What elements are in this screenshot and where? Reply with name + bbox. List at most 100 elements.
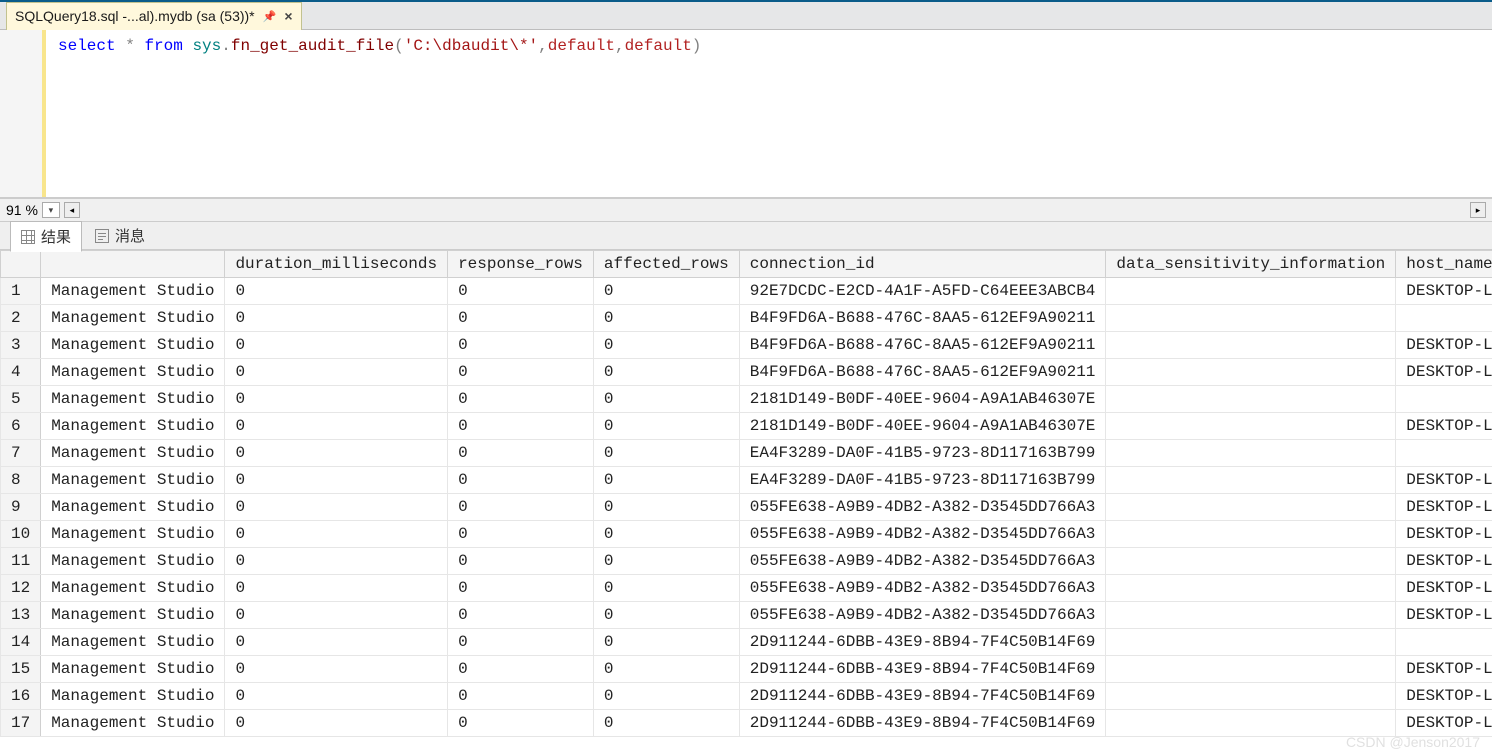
cell-app[interactable]: Management Studio — [41, 305, 225, 332]
cell-data-sensitivity[interactable] — [1106, 332, 1396, 359]
cell-data-sensitivity[interactable] — [1106, 710, 1396, 737]
cell-app[interactable]: Management Studio — [41, 440, 225, 467]
sql-code[interactable]: select * from sys.fn_get_audit_file('C:\… — [46, 30, 713, 197]
cell-response-rows[interactable]: 0 — [448, 683, 594, 710]
cell-duration[interactable]: 0 — [225, 629, 448, 656]
table-row[interactable]: 13Management Studio000055FE638-A9B9-4DB2… — [1, 602, 1492, 629]
cell-connection-id[interactable]: 055FE638-A9B9-4DB2-A382-D3545DD766A3 — [739, 575, 1106, 602]
table-row[interactable]: 17Management Studio0002D911244-6DBB-43E9… — [1, 710, 1492, 737]
cell-app[interactable]: Management Studio — [41, 359, 225, 386]
cell-duration[interactable]: 0 — [225, 521, 448, 548]
table-row[interactable]: 16Management Studio0002D911244-6DBB-43E9… — [1, 683, 1492, 710]
cell-host-name[interactable]: DESKTOP-LRRB77V — [1396, 494, 1492, 521]
cell-host-name[interactable] — [1396, 386, 1492, 413]
cell-data-sensitivity[interactable] — [1106, 602, 1396, 629]
cell-response-rows[interactable]: 0 — [448, 332, 594, 359]
col-app[interactable] — [41, 251, 225, 278]
cell-app[interactable]: Management Studio — [41, 575, 225, 602]
cell-duration[interactable]: 0 — [225, 710, 448, 737]
cell-affected-rows[interactable]: 0 — [593, 683, 739, 710]
cell-rownum[interactable]: 3 — [1, 332, 41, 359]
cell-app[interactable]: Management Studio — [41, 467, 225, 494]
cell-affected-rows[interactable]: 0 — [593, 602, 739, 629]
cell-connection-id[interactable]: 055FE638-A9B9-4DB2-A382-D3545DD766A3 — [739, 494, 1106, 521]
cell-affected-rows[interactable]: 0 — [593, 521, 739, 548]
pin-icon[interactable]: 📌 — [263, 10, 277, 23]
cell-response-rows[interactable]: 0 — [448, 629, 594, 656]
cell-rownum[interactable]: 9 — [1, 494, 41, 521]
cell-data-sensitivity[interactable] — [1106, 386, 1396, 413]
cell-app[interactable]: Management Studio — [41, 278, 225, 305]
cell-affected-rows[interactable]: 0 — [593, 440, 739, 467]
cell-response-rows[interactable]: 0 — [448, 278, 594, 305]
cell-connection-id[interactable]: EA4F3289-DA0F-41B5-9723-8D117163B799 — [739, 467, 1106, 494]
cell-rownum[interactable]: 15 — [1, 656, 41, 683]
cell-response-rows[interactable]: 0 — [448, 467, 594, 494]
cell-response-rows[interactable]: 0 — [448, 413, 594, 440]
cell-host-name[interactable]: DESKTOP-LRRB77V — [1396, 683, 1492, 710]
cell-data-sensitivity[interactable] — [1106, 575, 1396, 602]
cell-affected-rows[interactable]: 0 — [593, 548, 739, 575]
table-row[interactable]: 14Management Studio0002D911244-6DBB-43E9… — [1, 629, 1492, 656]
col-connection-id[interactable]: connection_id — [739, 251, 1106, 278]
cell-duration[interactable]: 0 — [225, 575, 448, 602]
cell-rownum[interactable]: 6 — [1, 413, 41, 440]
cell-response-rows[interactable]: 0 — [448, 305, 594, 332]
cell-response-rows[interactable]: 0 — [448, 494, 594, 521]
cell-response-rows[interactable]: 0 — [448, 359, 594, 386]
table-row[interactable]: 1Management Studio00092E7DCDC-E2CD-4A1F-… — [1, 278, 1492, 305]
cell-host-name[interactable] — [1396, 440, 1492, 467]
cell-connection-id[interactable]: B4F9FD6A-B688-476C-8AA5-612EF9A90211 — [739, 305, 1106, 332]
cell-app[interactable]: Management Studio — [41, 386, 225, 413]
cell-duration[interactable]: 0 — [225, 278, 448, 305]
col-affected-rows[interactable]: affected_rows — [593, 251, 739, 278]
cell-response-rows[interactable]: 0 — [448, 548, 594, 575]
cell-app[interactable]: Management Studio — [41, 332, 225, 359]
cell-response-rows[interactable]: 0 — [448, 440, 594, 467]
cell-rownum[interactable]: 7 — [1, 440, 41, 467]
cell-duration[interactable]: 0 — [225, 494, 448, 521]
cell-data-sensitivity[interactable] — [1106, 467, 1396, 494]
cell-data-sensitivity[interactable] — [1106, 548, 1396, 575]
cell-rownum[interactable]: 12 — [1, 575, 41, 602]
table-row[interactable]: 15Management Studio0002D911244-6DBB-43E9… — [1, 656, 1492, 683]
cell-connection-id[interactable]: 2D911244-6DBB-43E9-8B94-7F4C50B14F69 — [739, 629, 1106, 656]
cell-app[interactable]: Management Studio — [41, 629, 225, 656]
cell-data-sensitivity[interactable] — [1106, 440, 1396, 467]
cell-connection-id[interactable]: B4F9FD6A-B688-476C-8AA5-612EF9A90211 — [739, 332, 1106, 359]
cell-host-name[interactable]: DESKTOP-LRRB77V — [1396, 413, 1492, 440]
cell-rownum[interactable]: 17 — [1, 710, 41, 737]
cell-host-name[interactable]: DESKTOP-LRRB77V — [1396, 467, 1492, 494]
cell-connection-id[interactable]: 2D911244-6DBB-43E9-8B94-7F4C50B14F69 — [739, 656, 1106, 683]
cell-duration[interactable]: 0 — [225, 332, 448, 359]
cell-host-name[interactable]: DESKTOP-LRRB77V — [1396, 575, 1492, 602]
cell-data-sensitivity[interactable] — [1106, 359, 1396, 386]
cell-data-sensitivity[interactable] — [1106, 683, 1396, 710]
cell-app[interactable]: Management Studio — [41, 656, 225, 683]
cell-duration[interactable]: 0 — [225, 683, 448, 710]
cell-duration[interactable]: 0 — [225, 359, 448, 386]
cell-app[interactable]: Management Studio — [41, 413, 225, 440]
cell-app[interactable]: Management Studio — [41, 602, 225, 629]
zoom-dropdown-icon[interactable]: ▾ — [42, 202, 60, 218]
cell-rownum[interactable]: 4 — [1, 359, 41, 386]
cell-connection-id[interactable]: 055FE638-A9B9-4DB2-A382-D3545DD766A3 — [739, 602, 1106, 629]
table-row[interactable]: 9Management Studio000055FE638-A9B9-4DB2-… — [1, 494, 1492, 521]
cell-rownum[interactable]: 13 — [1, 602, 41, 629]
cell-affected-rows[interactable]: 0 — [593, 629, 739, 656]
cell-connection-id[interactable]: 2181D149-B0DF-40EE-9604-A9A1AB46307E — [739, 386, 1106, 413]
results-grid[interactable]: duration_milliseconds response_rows affe… — [0, 250, 1492, 737]
table-row[interactable]: 11Management Studio000055FE638-A9B9-4DB2… — [1, 548, 1492, 575]
cell-app[interactable]: Management Studio — [41, 710, 225, 737]
cell-host-name[interactable]: DESKTOP-LRRB77V — [1396, 602, 1492, 629]
table-row[interactable]: 7Management Studio000EA4F3289-DA0F-41B5-… — [1, 440, 1492, 467]
cell-affected-rows[interactable]: 0 — [593, 710, 739, 737]
cell-rownum[interactable]: 5 — [1, 386, 41, 413]
cell-duration[interactable]: 0 — [225, 548, 448, 575]
col-host-name[interactable]: host_name — [1396, 251, 1492, 278]
cell-response-rows[interactable]: 0 — [448, 710, 594, 737]
cell-connection-id[interactable]: 92E7DCDC-E2CD-4A1F-A5FD-C64EEE3ABCB4 — [739, 278, 1106, 305]
cell-response-rows[interactable]: 0 — [448, 602, 594, 629]
cell-duration[interactable]: 0 — [225, 305, 448, 332]
col-rownum[interactable] — [1, 251, 41, 278]
